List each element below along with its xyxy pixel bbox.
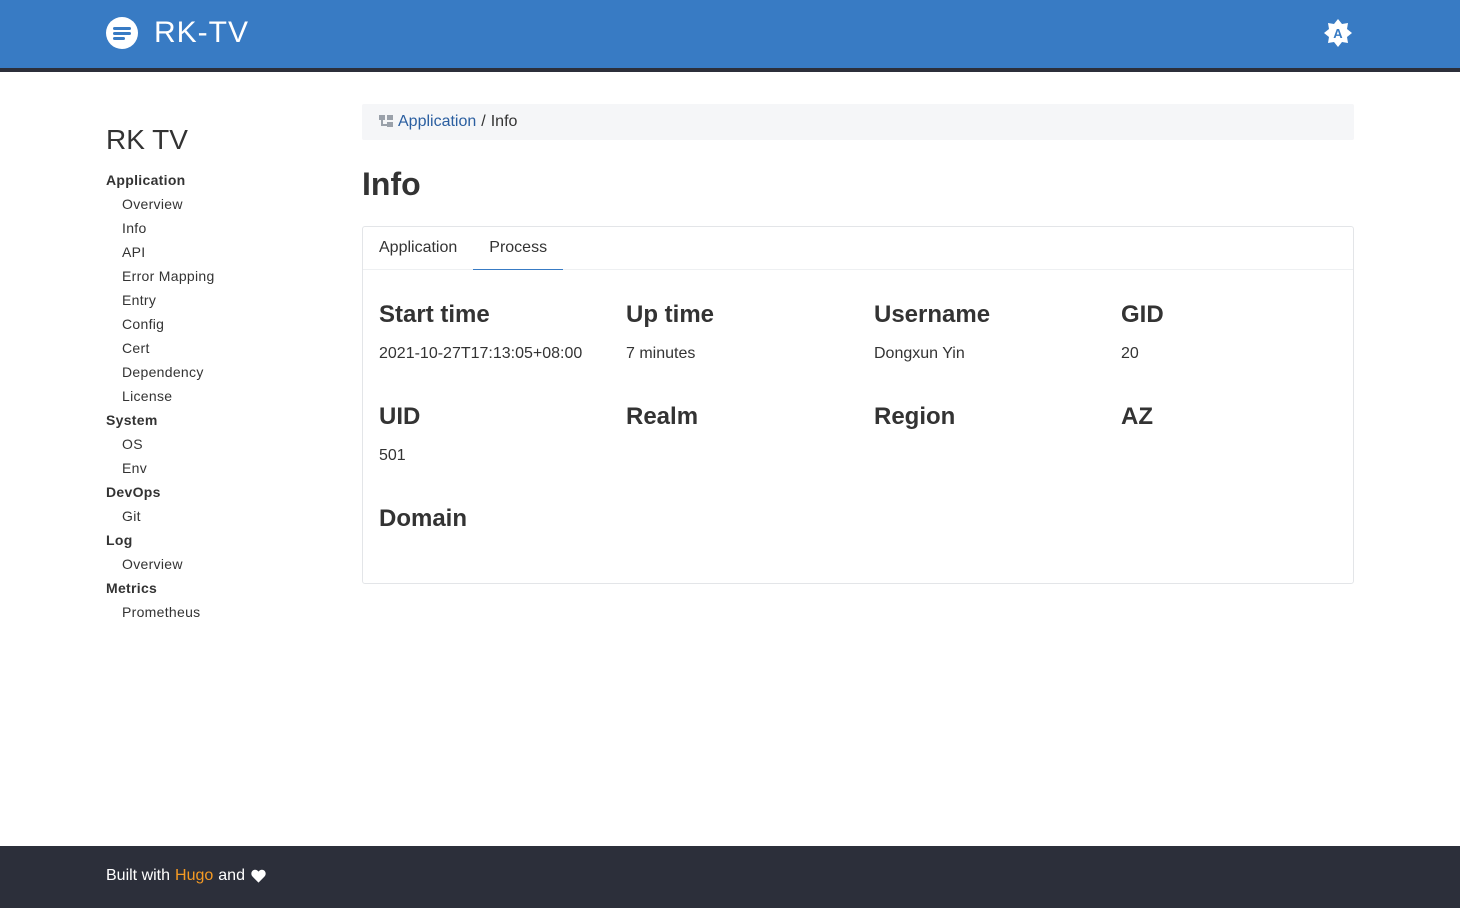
sidebar-item-entry[interactable]: Entry [106, 288, 326, 312]
field-domain: Domain [379, 503, 619, 569]
field-label: UID [379, 403, 421, 430]
theme-toggle-letter: A [1333, 26, 1343, 41]
sidebar-item-config[interactable]: Config [106, 312, 326, 336]
sidebar-item-cert[interactable]: Cert [106, 336, 326, 360]
field-az: AZ [1121, 401, 1361, 467]
field-value: 20 [1121, 345, 1139, 362]
sidebar-item-env[interactable]: Env [106, 456, 326, 480]
sidebar-group-application[interactable]: Application [106, 168, 326, 192]
tab-application[interactable]: Application [363, 227, 473, 270]
sidebar-item-prometheus[interactable]: Prometheus [106, 600, 326, 624]
field-up-time: Up time 7 minutes [626, 299, 866, 365]
field-label: Up time [626, 301, 715, 328]
field-realm: Realm [626, 401, 866, 467]
field-value: 501 [379, 447, 406, 464]
field-value [626, 445, 866, 467]
field-value [379, 547, 619, 569]
theme-toggle-icon[interactable]: A [1323, 18, 1353, 48]
field-value: 2021-10-27T17:13:05+08:00 [379, 345, 583, 362]
field-label: AZ [1121, 403, 1153, 430]
sidebar-item-error-mapping[interactable]: Error Mapping [106, 264, 326, 288]
info-card: Application Process Start time 2021-10-2… [362, 226, 1354, 584]
breadcrumb-application-link[interactable]: Application [398, 113, 476, 131]
field-label: GID [1121, 301, 1164, 328]
sidebar-item-overview[interactable]: Overview [106, 192, 326, 216]
brand-name: RK-TV [154, 16, 249, 49]
sidebar-group-log[interactable]: Log [106, 528, 326, 552]
footer-hugo-link[interactable]: Hugo [175, 867, 213, 885]
breadcrumb-separator: / [481, 113, 486, 130]
footer-suffix: and [218, 867, 245, 884]
field-label: Realm [626, 403, 699, 430]
sidebar-title: RK TV [106, 124, 188, 155]
footer-text: Built with Hugo and [106, 867, 266, 885]
sidebar-group-metrics[interactable]: Metrics [106, 576, 326, 600]
field-label: Username [874, 301, 991, 328]
breadcrumb: Application / Info [362, 104, 1354, 140]
sidebar-item-os[interactable]: OS [106, 432, 326, 456]
sidebar-group-devops[interactable]: DevOps [106, 480, 326, 504]
field-label: Domain [379, 505, 468, 532]
footer: Built with Hugo and [0, 846, 1460, 908]
sidebar-item-log-overview[interactable]: Overview [106, 552, 326, 576]
sidebar-group-system[interactable]: System [106, 408, 326, 432]
sidebar-item-git[interactable]: Git [106, 504, 326, 528]
field-value [1121, 445, 1361, 467]
sidebar: RK TV Application Overview Info API Erro… [106, 120, 326, 624]
field-value [874, 445, 1114, 467]
field-uid: UID 501 [379, 401, 619, 467]
field-region: Region [874, 401, 1114, 467]
sidebar-item-license[interactable]: License [106, 384, 326, 408]
field-gid: GID 20 [1121, 299, 1361, 365]
breadcrumb-current: Info [490, 113, 518, 130]
sidebar-item-dependency[interactable]: Dependency [106, 360, 326, 384]
field-username: Username Dongxun Yin [874, 299, 1114, 365]
field-value: Dongxun Yin [874, 345, 965, 362]
top-navbar: RK-TV A [0, 0, 1460, 72]
page-title: Info [362, 166, 421, 202]
tab-process[interactable]: Process [473, 227, 564, 270]
sidebar-item-api[interactable]: API [106, 240, 326, 264]
brand-home-link[interactable]: RK-TV [106, 16, 249, 50]
sitemap-icon [379, 115, 393, 129]
sidebar-item-info[interactable]: Info [106, 216, 326, 240]
field-label: Start time [379, 301, 490, 328]
tab-bar: Application Process [363, 227, 1353, 270]
main-content: Application / Info Info Application Proc… [362, 104, 1354, 584]
footer-prefix: Built with [106, 867, 171, 884]
heart-icon [251, 869, 266, 883]
field-label: Region [874, 403, 956, 430]
field-start-time: Start time 2021-10-27T17:13:05+08:00 [379, 299, 619, 365]
menu-logo-icon [106, 17, 138, 49]
field-value: 7 minutes [626, 345, 696, 362]
